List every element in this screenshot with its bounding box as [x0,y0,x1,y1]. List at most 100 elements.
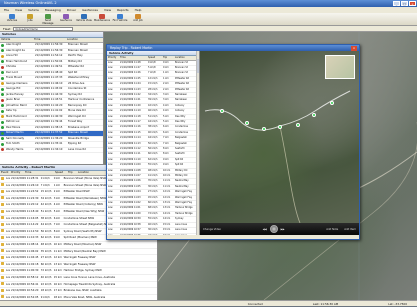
vehicle-time: 21/10/2009 11:44:30 [35,92,63,96]
replay-speed: 44 km/h [148,119,158,123]
column-time[interactable]: Time [24,171,54,175]
rewind-icon[interactable]: ◀◀ [263,228,267,231]
vehicle-time: 21/10/2009 11:56:30 [35,48,63,52]
close-button[interactable]: × [409,1,416,6]
column-speed[interactable]: Speed [147,56,162,60]
activity-row[interactable]: Low21/10/2009 10:56:4122 km/h16 kmHomepa… [0,282,157,289]
replay-time: 21/10/2009 10:58 [120,222,141,226]
column-priority[interactable]: Priority [107,56,119,60]
replay-priority: Low [108,206,113,210]
route-point-marker[interactable] [245,121,249,125]
change-video-button[interactable]: Change Video [203,228,221,231]
replay-speed: 15 km/h [148,82,158,86]
toolbar-label: Geofence [60,19,72,22]
column-location[interactable]: Location [174,56,196,60]
vehicle-loc: Forest Way [68,120,83,123]
activity-row[interactable]: Low21/10/2009 10:58:1240 km/h15 kmLane C… [0,275,157,282]
replay-row[interactable]: Low 21/10/2009 10:56 22 km/h 16 km Lane Cove [107,234,199,236]
add-note-button[interactable]: Add Note [326,228,338,231]
activity-row[interactable]: Low21/10/2009 11:00:3072 km/h14 kmHarbou… [0,268,157,275]
replay-priority: Low [108,211,113,215]
toolbar-button[interactable]: Vehicles [4,14,20,25]
replay-time: 21/10/2009 11:25 [120,76,141,80]
add-item-button[interactable]: Add Item [344,228,356,231]
route-point-marker[interactable] [278,125,282,129]
column-speed[interactable]: Speed [54,171,67,175]
column-time[interactable]: Time [33,38,66,42]
route-point-marker[interactable] [296,123,300,127]
toolbar-button[interactable]: Vehicle View [76,14,92,25]
vehicle-status-icon [1,82,4,86]
status-last-update: Last: 11:56:30 AM [312,302,339,306]
replay-location: Brennan St [175,60,188,64]
route-point-marker[interactable] [262,127,266,131]
replay-trip: 12 km [163,195,171,199]
toolbar-button[interactable]: Send Message [40,14,56,25]
fleet-select[interactable]: OnlineAVL2 Demo [13,27,74,31]
replay-time: 21/10/2009 11:13 [120,141,141,145]
activity-trip: 9 km [53,236,61,240]
column-location[interactable]: Location [66,38,102,42]
activity-row[interactable]: Low21/10/2009 11:02:1860 km/h13 kmWarrin… [0,262,157,269]
replay-location: Neutral Bay [175,184,189,188]
replay-map-view[interactable] [200,51,359,223]
toolbar-button[interactable]: Add Job [130,14,146,25]
activity-location: Brisbane Ave, NSW, Australia [63,289,102,293]
replay-trip: 13 km [163,206,171,210]
activity-trip: 17 km [53,289,62,293]
replay-trip: 7 km [163,136,169,140]
toolbar-label: Jobs [27,19,33,22]
minimize-button[interactable]: _ [393,1,400,6]
activity-row[interactable]: Low21/10/2009 11:06:0235 km/h11 kmMilita… [0,249,157,256]
toolbar-button[interactable]: Find Vehicle [112,14,128,25]
replay-priority: Low [108,174,113,178]
replay-speed: 30 km/h [148,228,158,232]
column-trip[interactable]: Trip [67,171,77,175]
toolbar-button[interactable]: Jobs [22,14,38,25]
vehicle-status-icon [1,131,4,135]
column-priority[interactable]: Priority [10,171,24,175]
activity-time: 21/10/2009 11:28:31 [10,177,39,180]
fast-forward-icon[interactable]: ▶▶ [281,228,285,231]
activity-trip: 8 km [53,229,61,233]
route-point-marker[interactable] [330,101,334,105]
replay-trip: 9 km [163,163,169,167]
replay-trip: 15 km [163,222,171,226]
replay-trip: 0 km [163,65,169,69]
activity-row[interactable]: Low21/10/2009 10:54:2018 km/h17 kmBrisba… [0,288,157,295]
vehicle-row[interactable]: Wendy Harris 21/10/2009 11:34:10 Lane Cove… [0,148,103,153]
replay-priority: Low [108,114,113,118]
replay-list-scrollbar[interactable] [196,51,199,235]
column-time[interactable]: Time [119,56,147,60]
replay-priority: Low [108,222,113,226]
replay-time: 21/10/2009 11:23 [120,87,141,91]
column-trip[interactable]: Trip [162,56,174,60]
replay-priority: Low [108,195,113,199]
column-event[interactable]: Event [0,171,10,175]
replay-time: 21/10/2009 11:19 [120,109,141,113]
replay-time: 21/10/2009 11:02 [120,201,141,205]
activity-speed: 48 km/h [40,242,52,246]
replay-time: 21/10/2009 11:00 [120,211,141,215]
toolbar-button[interactable]: Geofence [58,14,74,25]
replay-priority: Low [108,119,113,123]
activity-row[interactable]: Low21/10/2009 11:08:1448 km/h10 kmMilita… [0,242,157,249]
vehicle-loc: Spit Rd [68,70,78,74]
vehicle-status-icon [1,142,4,146]
route-point-marker[interactable] [312,113,316,117]
play-button[interactable] [269,225,278,233]
route-point-marker[interactable] [220,109,224,113]
column-vehicle[interactable]: Vehicle [0,38,33,42]
toolbar: Vehicles Jobs Send Message Geofence Vehicle … [0,13,417,26]
replay-priority: Low [108,109,113,113]
window-title: Navman Wireless OnlineAVL 2 [4,1,57,5]
overview-minimap[interactable] [325,55,355,79]
replay-close-button[interactable]: × [351,45,357,51]
toolbar-button[interactable]: Maintenance [94,14,110,25]
maximize-button[interactable]: □ [401,1,408,6]
activity-row[interactable]: Low21/10/2009 11:04:4527 km/h12 kmWarrin… [0,255,157,262]
vehicle-status-icon [1,76,4,80]
replay-trip: 8 km [163,152,169,156]
event-icon [1,203,4,207]
vehicle-loc: Epping Rd [68,142,82,145]
